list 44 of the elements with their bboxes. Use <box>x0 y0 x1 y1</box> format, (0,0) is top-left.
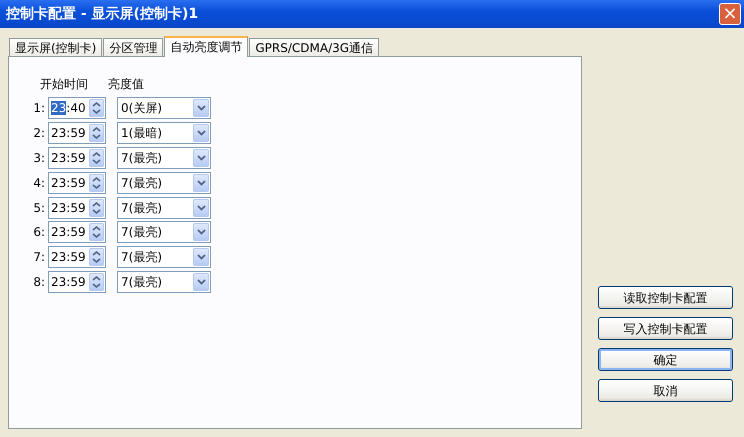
tab[interactable]: GPRS/CDMA/3G通信 <box>249 38 380 56</box>
row-number: 3: <box>32 150 45 167</box>
dialog-button[interactable]: 确定 <box>598 348 733 371</box>
time-field[interactable]: 23:59 <box>48 270 106 293</box>
brightness-dropdown[interactable]: 1(最暗) <box>117 122 211 144</box>
spin-icon[interactable] <box>89 174 104 192</box>
time-field[interactable]: 23:59 <box>48 172 106 194</box>
row-number: 7: <box>32 249 45 266</box>
row-number: 8: <box>32 274 45 291</box>
time-field[interactable]: 23:59 <box>48 221 106 244</box>
spin-icon[interactable] <box>89 272 104 291</box>
row-number: 6: <box>32 224 45 242</box>
time-field[interactable]: 23:40 <box>48 97 106 120</box>
time-field[interactable]: 23:59 <box>48 196 106 219</box>
window-title: 控制卡配置 - 显示屏(控制卡)1 <box>6 4 198 24</box>
tab[interactable]: 显示屏(控制卡) <box>9 38 102 56</box>
spin-icon[interactable] <box>89 124 104 142</box>
time-field[interactable]: 23:59 <box>48 122 106 144</box>
row-number: 4: <box>32 174 45 192</box>
dialog-button[interactable]: 取消 <box>598 379 733 402</box>
row-number: 5: <box>32 200 45 217</box>
spin-icon[interactable] <box>89 248 104 266</box>
column-header: 亮度值 <box>108 76 144 93</box>
spin-icon[interactable] <box>89 148 104 167</box>
dialog-button[interactable]: 写入控制卡配置 <box>598 317 733 340</box>
brightness-dropdown[interactable]: 7(最亮) <box>117 172 211 194</box>
brightness-dropdown[interactable]: 7(最亮) <box>117 221 211 244</box>
row-number: 1: <box>32 100 45 118</box>
row-number: 2: <box>32 125 45 142</box>
spin-icon[interactable] <box>89 99 104 118</box>
spin-icon[interactable] <box>89 198 104 217</box>
brightness-dropdown[interactable]: 7(最亮) <box>117 196 211 219</box>
brightness-dropdown[interactable]: 0(关屏) <box>117 97 211 120</box>
spin-icon[interactable] <box>89 223 104 242</box>
time-field[interactable]: 23:59 <box>48 246 106 268</box>
dialog-button[interactable]: 读取控制卡配置 <box>598 286 733 309</box>
time-field[interactable]: 23:59 <box>48 146 106 169</box>
tab[interactable]: 自动亮度调节 <box>164 36 248 57</box>
brightness-dropdown[interactable]: 7(最亮) <box>117 270 211 293</box>
brightness-dropdown[interactable]: 7(最亮) <box>117 146 211 169</box>
brightness-dropdown[interactable]: 7(最亮) <box>117 246 211 268</box>
tab[interactable]: 分区管理 <box>103 38 164 56</box>
close-button[interactable]: × <box>719 3 741 25</box>
column-header: 开始时间 <box>40 76 88 93</box>
